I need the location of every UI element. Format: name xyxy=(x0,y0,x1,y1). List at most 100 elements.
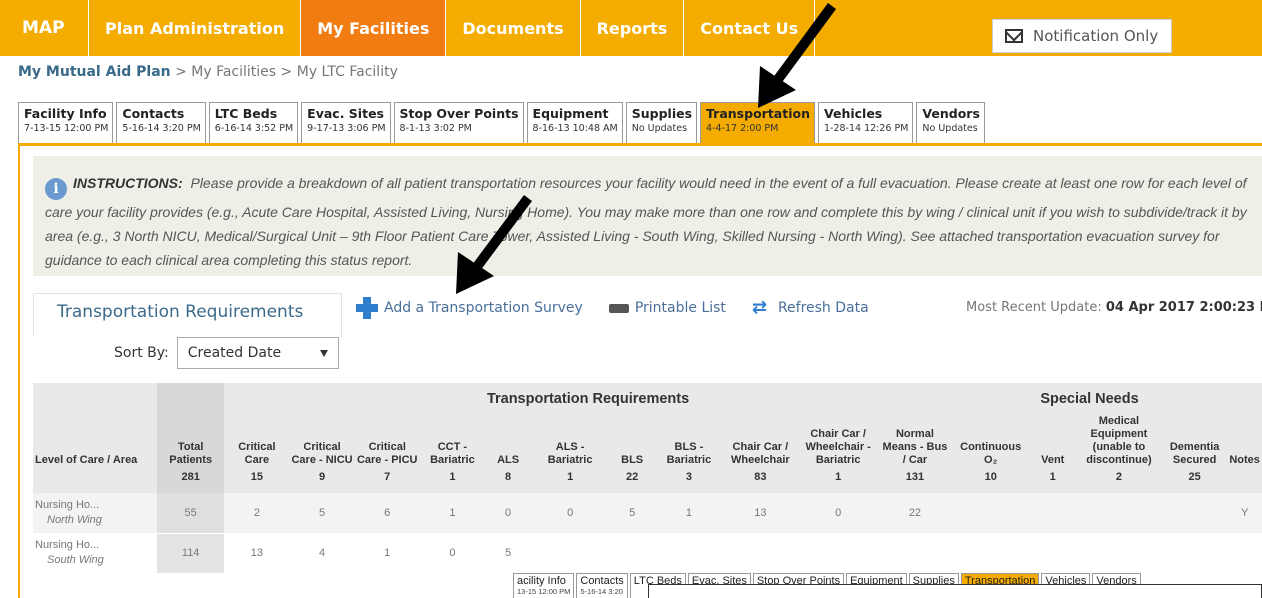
content-border xyxy=(18,146,20,598)
tab-stop-over-points[interactable]: Stop Over Points 8-1-13 3:02 PM xyxy=(393,102,524,144)
column-total: 1 xyxy=(419,471,485,493)
table-cell: Y xyxy=(1227,493,1262,534)
group-special-needs: Special Needs xyxy=(951,383,1228,415)
table-cell: 0 xyxy=(531,493,610,534)
tab-contacts[interactable]: Contacts 5-16-14 3:20 PM xyxy=(116,102,206,144)
transportation-table: Transportation Requirements Special Need… xyxy=(33,383,1262,574)
column-header[interactable]: CCT - Bariatric xyxy=(419,415,485,471)
table-cell-area: Nursing Ho... South Wing xyxy=(33,533,158,574)
column-total: 83 xyxy=(722,471,799,493)
column-header[interactable]: Critical Care - PICU xyxy=(354,415,420,471)
column-total: 22 xyxy=(609,471,656,493)
column-total: 131 xyxy=(878,471,952,493)
table-cell xyxy=(531,533,610,574)
table-cell-area: Nursing Ho... North Wing xyxy=(33,493,158,534)
nav-documents[interactable]: Documents xyxy=(446,0,581,56)
column-header[interactable]: Chair Car / Wheelchair xyxy=(722,415,799,471)
column-header[interactable]: Normal Means - Bus / Car xyxy=(878,415,952,471)
envelope-icon xyxy=(1005,29,1023,43)
column-header[interactable]: Vent xyxy=(1029,415,1076,471)
table-cell: 0 xyxy=(798,493,879,534)
column-header[interactable]: BLS - Bariatric xyxy=(655,415,723,471)
column-total: 2 xyxy=(1075,471,1163,493)
chevron-down-icon xyxy=(319,349,328,357)
table-cell: 13 xyxy=(722,493,799,534)
refresh-data-button[interactable]: ⇄ Refresh Data xyxy=(752,299,869,317)
table-cell xyxy=(609,533,656,574)
table-cell: 22 xyxy=(878,493,952,534)
notification-only-button[interactable]: Notification Only xyxy=(992,19,1172,53)
column-total: 15 xyxy=(224,471,290,493)
column-header[interactable]: Medical Equipment (unable to discontinue… xyxy=(1075,415,1163,471)
overlay-tab[interactable]: acility Info 13-15 12:00 PM xyxy=(513,573,575,598)
table-cell: 13 xyxy=(224,533,290,574)
column-header[interactable]: ALS xyxy=(484,415,532,471)
section-title: Transportation Requirements xyxy=(33,293,342,337)
nav-my-facilities[interactable]: My Facilities xyxy=(301,0,447,56)
breadcrumb-my-mutual-aid-plan[interactable]: My Mutual Aid Plan xyxy=(18,64,171,80)
tab-evac-sites[interactable]: Evac. Sites 9-17-13 3:06 PM xyxy=(301,102,391,144)
column-total: 8 xyxy=(484,471,532,493)
most-recent-update: Most Recent Update: 04 Apr 2017 2:00:23 … xyxy=(966,300,1262,315)
table-cell xyxy=(1075,493,1163,534)
table-row[interactable]: Nursing Ho... North Wing 55 2 5 6 1 0 0 5 1 13 0 22 Y xyxy=(33,493,1262,534)
table-cell xyxy=(1227,533,1262,574)
table-cell: 0 xyxy=(484,493,532,534)
add-transportation-survey-button[interactable]: Add a Transportation Survey xyxy=(342,297,583,319)
sort-row: Sort By: Created Date xyxy=(114,337,339,369)
breadcrumb-my-facilities[interactable]: My Facilities xyxy=(191,64,276,80)
breadcrumb-my-ltc-facility: My LTC Facility xyxy=(296,64,398,80)
tab-equipment[interactable]: Equipment 8-16-13 10:48 AM xyxy=(526,102,623,144)
table-cell xyxy=(951,533,1030,574)
column-header[interactable]: Critical Care - NICU xyxy=(289,415,355,471)
column-total: 1 xyxy=(531,471,610,493)
table-cell xyxy=(951,493,1030,534)
column-header[interactable]: Dementia Secured xyxy=(1162,415,1228,471)
table-cell: 1 xyxy=(419,493,485,534)
table-cell: 4 xyxy=(289,533,355,574)
table-cell: 5 xyxy=(609,493,656,534)
facility-tabs: Facility Info 7-13-15 12:00 PM Contacts 5-… xyxy=(18,102,988,144)
column-total xyxy=(33,471,158,493)
table-cell: 6 xyxy=(354,493,420,534)
nav-map[interactable]: MAP xyxy=(0,0,89,56)
column-total: 1 xyxy=(1029,471,1076,493)
overlay-popup xyxy=(648,584,1262,598)
tab-divider xyxy=(18,143,1262,146)
nav-reports[interactable]: Reports xyxy=(581,0,685,56)
table-cell xyxy=(1029,533,1076,574)
table-cell: 2 xyxy=(224,493,290,534)
table-cell: 1 xyxy=(655,493,723,534)
arrow-annotation-transportation-tab xyxy=(758,3,837,108)
table-cell xyxy=(798,533,879,574)
column-total: 281 xyxy=(157,471,225,493)
tab-facility-info[interactable]: Facility Info 7-13-15 12:00 PM xyxy=(18,102,114,144)
column-total: 7 xyxy=(354,471,420,493)
column-header[interactable]: Total Patients xyxy=(157,415,225,471)
table-row[interactable]: Nursing Ho... South Wing 114 13 4 1 0 5 xyxy=(33,533,1262,574)
table-cell xyxy=(722,533,799,574)
column-header[interactable]: Critical Care xyxy=(224,415,290,471)
printable-list-button[interactable]: Printable List xyxy=(608,299,726,317)
tab-ltc-beds[interactable]: LTC Beds 6-16-14 3:52 PM xyxy=(208,102,299,144)
nav-plan-administration[interactable]: Plan Administration xyxy=(89,0,302,56)
tab-supplies[interactable]: Supplies No Updates xyxy=(625,102,698,144)
tab-vendors[interactable]: Vendors No Updates xyxy=(916,102,985,144)
overlay-tab[interactable]: Contacts 5-16-14 3:20 xyxy=(576,573,628,598)
table-cell: 5 xyxy=(484,533,532,574)
column-header[interactable]: BLS xyxy=(609,415,656,471)
table-cell: 114 xyxy=(157,533,225,574)
table-cell xyxy=(1162,533,1228,574)
column-header[interactable]: ALS - Bariatric xyxy=(531,415,610,471)
info-icon: i xyxy=(45,178,67,200)
instructions-text: Please provide a breakdown of all patien… xyxy=(45,175,1247,268)
sort-label: Sort By: xyxy=(114,345,169,361)
column-header[interactable]: Continuous O₂ xyxy=(951,415,1030,471)
column-header[interactable]: Chair Car / Wheelchair - Bariatric xyxy=(798,415,879,471)
column-header[interactable]: Level of Care / Area xyxy=(33,415,158,471)
column-header[interactable]: Notes xyxy=(1227,415,1262,471)
sort-select[interactable]: Created Date xyxy=(176,337,339,369)
column-total: 1 xyxy=(798,471,879,493)
instructions-lead: INSTRUCTIONS: xyxy=(73,175,183,191)
column-total: 3 xyxy=(655,471,723,493)
